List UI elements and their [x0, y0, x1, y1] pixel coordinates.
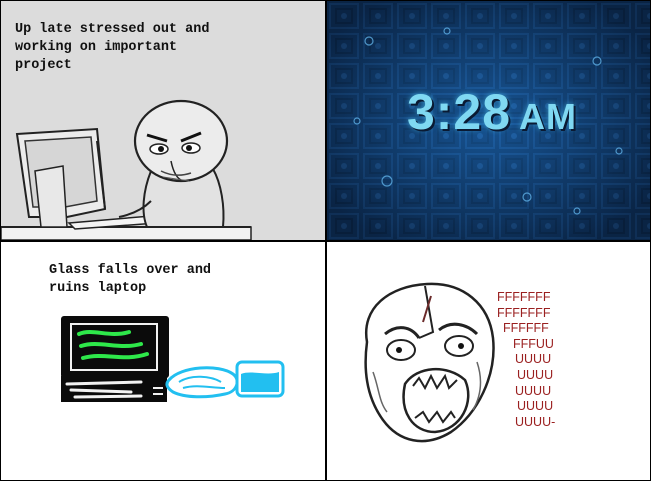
- rage-line: FFFFFF: [503, 321, 549, 336]
- laptop-icon: [61, 316, 169, 402]
- panel-clock: 3:28 AM: [327, 1, 650, 240]
- clock-ampm: AM: [519, 96, 578, 137]
- rage-line: UUUU: [517, 367, 554, 382]
- spill-drawing: [61, 316, 285, 402]
- panel-computer-guy: Up late stressed out and working on impo…: [1, 1, 325, 240]
- monitor-icon: [15, 127, 107, 228]
- rage-line: UUUU-: [515, 414, 556, 429]
- stressed-face-icon: [133, 99, 229, 183]
- rage-line: FFFFFFF: [497, 305, 551, 320]
- clock-time-display: 3:28 AM: [387, 83, 597, 141]
- rage-scream-text: FFFFFFF FFFFFFF FFFFFF FFFUU UUUU UUUU U…: [497, 290, 577, 430]
- rage-line: UUUU: [515, 383, 552, 398]
- rage-line: UUUU: [515, 352, 552, 367]
- panel-rage: FFFFFFF FFFFFFF FFFFFF FFFUU UUUU UUUU U…: [327, 242, 650, 480]
- glass-icon: [235, 360, 285, 398]
- rage-comic: Up late stressed out and working on impo…: [0, 0, 651, 481]
- panel-caption: Up late stressed out and working on impo…: [15, 22, 210, 73]
- rage-line: UUUU: [517, 399, 554, 414]
- rage-face-icon: [364, 282, 495, 443]
- panel-spill: Glass falls over and ruins laptop: [1, 242, 325, 480]
- rage-line: FFFUU: [513, 336, 554, 351]
- water-spill-icon: [165, 366, 239, 399]
- clock-time: 3:28: [406, 84, 512, 140]
- rage-line: FFFFFFF: [497, 290, 551, 304]
